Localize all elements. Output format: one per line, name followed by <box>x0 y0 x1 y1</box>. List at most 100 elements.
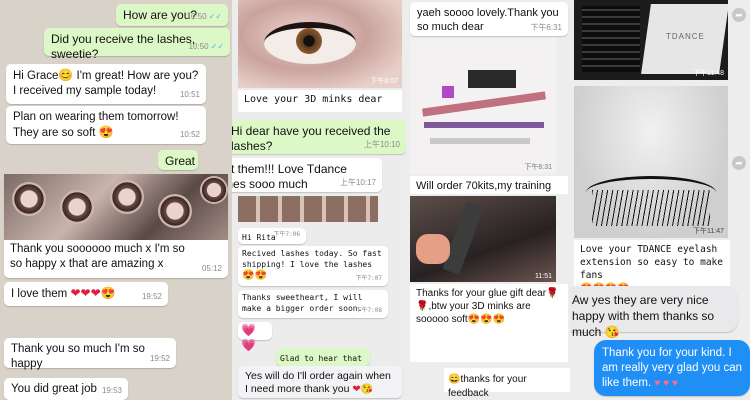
message-time: 下午7:08 <box>355 307 382 314</box>
lash-fans-image <box>592 190 710 226</box>
message-bubble-outgoing: Glad to hear that😍 <box>276 348 370 379</box>
smile-emoji-icon: 😊 <box>58 68 74 82</box>
message-text: Thank you soooooo much x I'm so so happy… <box>10 243 185 270</box>
message-time: 19:53 <box>101 386 122 395</box>
kiss-emoji-icon: 😘 <box>604 325 620 339</box>
message-text: Great <box>165 154 196 168</box>
message-time: 19:52 <box>149 354 170 363</box>
brand-label: TDANCE <box>666 32 705 41</box>
message-text: You did great job <box>11 383 97 395</box>
message-text: Aw yes they are very nice happy with the… <box>572 293 715 339</box>
hand-image <box>416 234 450 264</box>
rose-emoji-icon: 🌹 <box>546 288 559 299</box>
message-bubble-outgoing: Did you receive the lashes, sweetie? 10:… <box>44 28 230 61</box>
message-text: Recived lashes today. So fast shipping! … <box>242 249 382 269</box>
message-bubble-incoming: Thanks for your glue gift dear🌹 🌹,btw you… <box>410 284 568 362</box>
heart-eyes-emoji-icon: 😍 <box>98 125 114 139</box>
photo-time: 11:51 <box>535 273 552 280</box>
lash-trays-photo <box>4 174 228 240</box>
lash-tray-image <box>60 190 94 224</box>
glue-bottle-photo: 11:51 <box>410 196 556 282</box>
message-bubble-incoming: Recived lashes today. So fast shipping! … <box>238 246 388 286</box>
heart-eyes-emoji-icon: 😍😍😍 <box>467 314 506 325</box>
message-bubble-incoming: yaeh soooo lovely.Thank you so much dear… <box>410 2 568 36</box>
rose-emoji-icon: 🌹 <box>416 301 429 312</box>
lash-case-photo: TDANCE 下午11:48 <box>574 0 728 80</box>
chat-panel-wechat: 下午8:07 Love your 3D minks dear Hi dear h… <box>232 0 406 400</box>
message-text: Thanks for your glue gift dear <box>416 288 547 299</box>
message-text: Hi Rita <box>242 233 276 242</box>
kiss-emoji-icon: 😘 <box>360 384 374 395</box>
message-text: thanks for your feedback <box>448 374 527 399</box>
glue-bottle-image <box>442 201 484 275</box>
tool-image <box>424 122 544 128</box>
message-time: 19:52 <box>141 292 162 301</box>
read-receipt-icon: ✓✓ <box>210 42 224 51</box>
photo-caption: Love your 3D minks dear <box>238 90 402 112</box>
photo-caption: Love your TDANCE eyelash extension so ea… <box>574 240 730 294</box>
share-icon[interactable]: ➦ <box>732 8 746 22</box>
photo-time: 下午8:07 <box>370 78 398 85</box>
chat-panel-whatsapp: How are you? 10:50 ✓✓ Did you receive the… <box>0 0 232 400</box>
lash-tray-image <box>468 70 516 88</box>
message-bubble-incoming: I love them ❤❤❤😍 19:52 <box>4 282 168 306</box>
message-bubble-incoming: Plan on wearing them tomorrow! They are … <box>6 106 206 144</box>
lash-boxes-photo <box>238 196 378 222</box>
message-text: Glad to hear that <box>280 354 362 363</box>
heart-eyes-emoji-icon: 😍 <box>100 286 116 300</box>
message-bubble-outgoing: How are you? 10:50 ✓✓ <box>116 4 228 26</box>
message-bubble-outgoing: Thank you for your kind. I am really ver… <box>594 340 750 396</box>
message-bubble-incoming: I got them!!! Love Tdance lashes sooo mu… <box>232 158 382 192</box>
message-bubble-incoming: Thanks sweetheart, I will make a bigger … <box>238 290 388 318</box>
message-time: 10:51 <box>179 90 200 99</box>
lash-tray-image <box>158 194 192 228</box>
message-bubble-outgoing: Great <box>158 150 198 170</box>
message-bubble-incoming: Hi Grace😊 I'm great! How are you? I rece… <box>6 64 206 104</box>
caption-text: Love your TDANCE eyelash extension so ea… <box>580 244 723 281</box>
lash-kit-photo: 下午6:31 <box>410 38 556 174</box>
message-time: 10:50 <box>188 42 209 51</box>
message-text: Thank you so much I'm so happy <box>11 343 145 370</box>
heart-eyes-emoji-icon: 😍😍 <box>242 270 267 281</box>
eye-lashes-photo: 下午8:07 <box>238 0 402 88</box>
lash-strips-image <box>582 6 640 72</box>
lash-tray-image <box>110 180 144 214</box>
message-bubble-incoming: 😄thanks for your feedback <box>444 368 570 399</box>
message-bubble-outgoing: Hi dear have you received the lashes? 上午… <box>232 120 406 154</box>
message-time: 上午10:10 <box>363 140 400 149</box>
message-time: 上午10:17 <box>339 178 376 187</box>
message-text: Did you receive the lashes, sweetie? <box>51 32 196 61</box>
message-time: 05:12 <box>201 264 222 273</box>
message-time: 下午7:06 <box>273 231 300 238</box>
message-bubble-incoming: You did great job 19:53 <box>4 378 128 400</box>
message-bubble-incoming: Hi Rita 下午7:06 <box>238 228 306 244</box>
message-bubble-photo: Thank you soooooo much x I'm so so happy… <box>4 174 228 278</box>
message-time: 下午6:31 <box>530 23 562 32</box>
read-receipt-icon: ✓✓ <box>208 12 222 21</box>
message-bubble-incoming: Thank you so much I'm so happy 19:52 <box>4 338 176 370</box>
photo-time: 下午11:48 <box>693 70 724 77</box>
grin-emoji-icon: 😄 <box>448 374 461 385</box>
photo-time: 下午11:47 <box>693 228 724 235</box>
heart-emoji-icon: ❤❤❤ <box>70 286 101 300</box>
iris-image <box>296 28 322 54</box>
chat-panel-3: yaeh soooo lovely.Thank you so much dear… <box>406 0 570 400</box>
heart-emoji-icon: ❤ <box>352 384 361 395</box>
message-text: I got them!!! Love Tdance lashes sooo mu… <box>232 162 347 191</box>
message-text: Thanks sweetheart, I will make a bigger … <box>242 293 363 313</box>
message-time: 10:50 <box>186 12 207 21</box>
lash-tray-image <box>200 176 228 204</box>
message-bubble-incoming: Yes will do I'll order again when I need… <box>238 366 402 398</box>
lash-extension-photo: 下午11:47 <box>574 86 728 238</box>
photo-caption: Will order 70kits,my training <box>410 176 568 194</box>
chat-panel-4: TDANCE 下午11:48 ➦ 下午11:47 ➦ Love your TDA… <box>570 0 750 400</box>
share-icon[interactable]: ➦ <box>732 156 746 170</box>
message-text: Hi Grace <box>13 70 59 82</box>
tool-image <box>430 138 530 144</box>
lash-tray-image <box>12 182 46 216</box>
tool-image <box>442 86 454 98</box>
message-time: 10:52 <box>179 130 200 139</box>
photo-time: 下午6:31 <box>524 164 552 171</box>
message-bubble-incoming: 💗💗 <box>238 322 272 352</box>
tool-image <box>422 91 546 117</box>
